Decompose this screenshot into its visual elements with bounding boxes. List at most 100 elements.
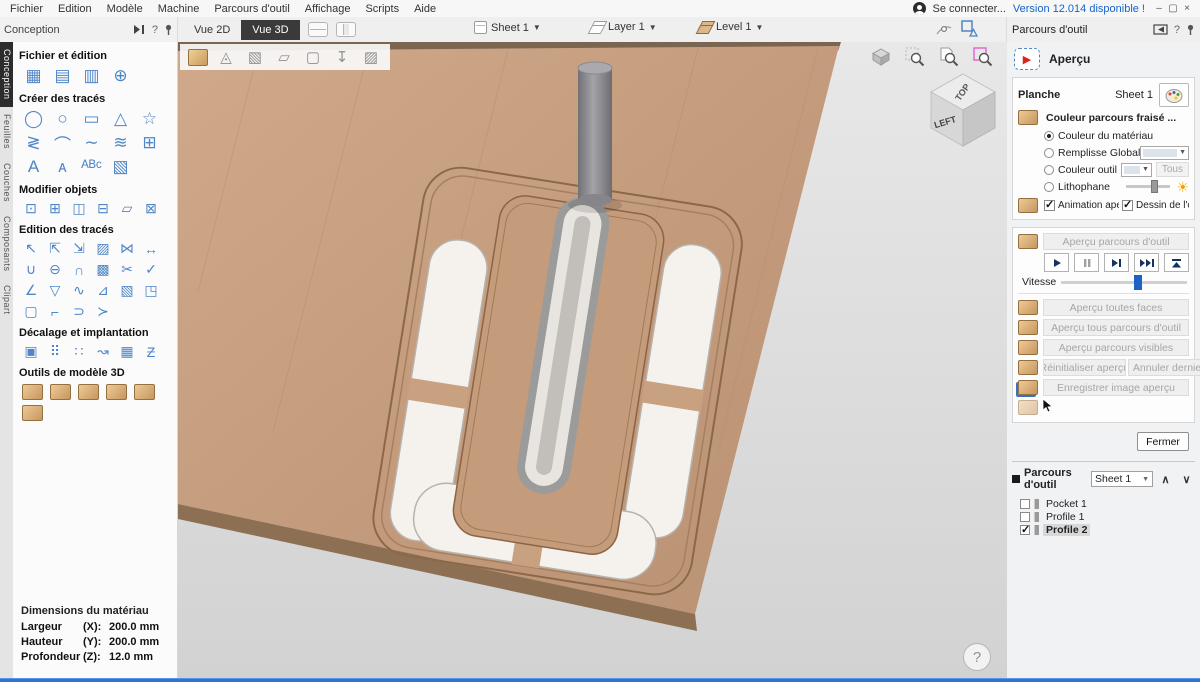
- toolpath-name[interactable]: Profile 2: [1043, 524, 1090, 536]
- dock-panel-icon[interactable]: [1153, 24, 1168, 35]
- draw-arc-icon[interactable]: ⌒: [48, 131, 77, 155]
- speed-slider[interactable]: [1061, 281, 1187, 284]
- boolean-union-icon[interactable]: ∪: [19, 259, 43, 280]
- menu-item[interactable]: Fichier: [10, 3, 43, 15]
- menu-item[interactable]: Edition: [58, 3, 92, 15]
- scissors-icon[interactable]: ✂: [115, 259, 139, 280]
- draw-circle-icon[interactable]: ◯: [19, 107, 48, 131]
- toolpath-visibility-checkbox[interactable]: [1020, 525, 1030, 535]
- center-objects-icon[interactable]: ◫: [67, 198, 91, 219]
- draw-ellipse-icon[interactable]: ○: [48, 107, 77, 131]
- sharpen-icon[interactable]: ≻: [91, 301, 115, 322]
- offset-vectors-icon[interactable]: ⊿: [91, 280, 115, 301]
- import-component-icon[interactable]: ⊕: [106, 64, 135, 88]
- toolpath-row[interactable]: Profile 2: [1012, 523, 1195, 536]
- account-icon[interactable]: [913, 2, 926, 15]
- view-cube[interactable]: TOP LEFT: [925, 70, 1001, 153]
- measure-xy-icon[interactable]: ↔: [139, 238, 163, 259]
- snap-node-icon[interactable]: [936, 22, 952, 37]
- menu-item[interactable]: Aide: [414, 3, 436, 15]
- distort-objects-icon[interactable]: ▱: [115, 198, 139, 219]
- open-curve-icon[interactable]: ⌐: [43, 301, 67, 322]
- menu-item[interactable]: Affichage: [305, 3, 351, 15]
- help-icon[interactable]: ?: [1174, 24, 1180, 36]
- draw-sketch-icon[interactable]: ≋: [106, 131, 135, 155]
- toolpath-name[interactable]: Pocket 1: [1043, 498, 1090, 510]
- draw-star-icon[interactable]: ☆: [135, 107, 164, 131]
- extend-model-icon[interactable]: [22, 405, 43, 421]
- drape-vectors-icon[interactable]: ↧: [331, 47, 353, 67]
- restore-icon[interactable]: ▢: [1166, 3, 1180, 14]
- version-update-link[interactable]: Version 12.014 disponible !: [1013, 3, 1145, 15]
- draw-picture-icon[interactable]: ▧: [106, 155, 135, 179]
- round-rect-icon[interactable]: ▢: [19, 301, 43, 322]
- zoom-selection-icon[interactable]: [905, 47, 925, 70]
- 3d-viewport[interactable]: ◬▧▱▢↧▨: [178, 42, 1007, 682]
- close-vectors-icon[interactable]: ✓: [139, 259, 163, 280]
- radio-lithophane[interactable]: Lithophane ☀: [1044, 179, 1189, 194]
- radio-material-color[interactable]: Couleur du matériau: [1044, 128, 1189, 143]
- side-tab[interactable]: Composants: [0, 209, 13, 279]
- run-to-end-button[interactable]: [1164, 253, 1189, 272]
- toolpath-row[interactable]: Profile 1: [1012, 510, 1195, 523]
- tool-color-dropdown[interactable]: ▼: [1121, 163, 1152, 177]
- close-button[interactable]: Fermer: [1137, 432, 1189, 451]
- preview-toolpath-button[interactable]: Aperçu parcours d'outil: [1043, 233, 1189, 250]
- toggle-bitmaps-icon[interactable]: ▧: [244, 47, 266, 67]
- toggle-vectors-icon[interactable]: ◬: [215, 47, 237, 67]
- boolean-intersect-icon[interactable]: ∩: [67, 259, 91, 280]
- import-vectors-icon[interactable]: ▥: [77, 64, 106, 88]
- array-copy-icon[interactable]: ⠿: [43, 341, 67, 362]
- radio-icon[interactable]: [1044, 165, 1054, 175]
- select-add-icon[interactable]: ⇱: [43, 238, 67, 259]
- level-selector[interactable]: Level 1▼: [698, 21, 763, 33]
- play-button[interactable]: [1044, 253, 1069, 272]
- toggle-material-icon[interactable]: [188, 49, 208, 66]
- nesting-icon[interactable]: ▦: [115, 341, 139, 362]
- undo-last-button[interactable]: Annuler dernier: [1128, 359, 1200, 376]
- toolpath-visibility-checkbox[interactable]: [1020, 512, 1030, 522]
- job-setup-icon[interactable]: ▦: [19, 64, 48, 88]
- distribute-objects-icon[interactable]: ⊟: [91, 198, 115, 219]
- split-horizontal-icon[interactable]: [308, 22, 328, 37]
- view-tab[interactable]: Vue 2D: [183, 20, 241, 40]
- tous-button[interactable]: Tous: [1156, 162, 1189, 177]
- toolpath-row[interactable]: Pocket 1: [1012, 497, 1195, 510]
- menu-item[interactable]: Machine: [158, 3, 200, 15]
- boolean-subtract-icon[interactable]: ⊖: [43, 259, 67, 280]
- draw-polyline-icon[interactable]: ≷: [19, 131, 48, 155]
- group-objects-icon[interactable]: ◳: [139, 280, 163, 301]
- draw-polygon-icon[interactable]: △: [106, 107, 135, 131]
- select-move-icon[interactable]: ⇲: [67, 238, 91, 259]
- split-vertical-icon[interactable]: [336, 22, 356, 37]
- layer-selector[interactable]: Layer 1▼: [590, 21, 657, 33]
- side-tab[interactable]: Clipart: [0, 278, 13, 322]
- move-objects-icon[interactable]: ⊡: [19, 198, 43, 219]
- smooth-component-icon[interactable]: [106, 384, 127, 400]
- zoom-drawing-icon[interactable]: [939, 47, 959, 70]
- circular-copy-icon[interactable]: ∷: [67, 341, 91, 362]
- draw-rectangle-icon[interactable]: ▭: [77, 107, 106, 131]
- pin-icon[interactable]: [1186, 24, 1195, 36]
- close-icon[interactable]: ×: [1180, 3, 1194, 14]
- select-cursor-icon[interactable]: ↖: [19, 238, 43, 259]
- animation-checkbox[interactable]: [1044, 200, 1055, 211]
- preview-visible-button[interactable]: Aperçu parcours visibles: [1043, 339, 1189, 356]
- pause-button[interactable]: [1074, 253, 1099, 272]
- isometric-view-icon[interactable]: [871, 47, 891, 70]
- toggle-material-plane-icon[interactable]: ▱: [273, 47, 295, 67]
- open-file-icon[interactable]: ▤: [48, 64, 77, 88]
- smooth-curve-icon[interactable]: ∿: [67, 280, 91, 301]
- align-material-icon[interactable]: ⊠: [139, 198, 163, 219]
- move-toolpath-up-button[interactable]: ∧: [1157, 471, 1174, 487]
- snap-geometry-icon[interactable]: [961, 20, 979, 38]
- move-toolpath-down-button[interactable]: ∨: [1178, 471, 1195, 487]
- node-edit-icon[interactable]: ▨: [91, 238, 115, 259]
- reset-preview-button[interactable]: Réinitialiser aperçu: [1043, 359, 1126, 376]
- offset-icon[interactable]: ▣: [19, 341, 43, 362]
- split-component-icon[interactable]: [50, 384, 71, 400]
- minimize-icon[interactable]: –: [1152, 3, 1166, 14]
- clear-area-icon[interactable]: [134, 384, 155, 400]
- toggle-wireframe-icon[interactable]: ▢: [302, 47, 324, 67]
- preview-all-toolpaths-button[interactable]: Aperçu tous parcours d'outil: [1043, 319, 1189, 336]
